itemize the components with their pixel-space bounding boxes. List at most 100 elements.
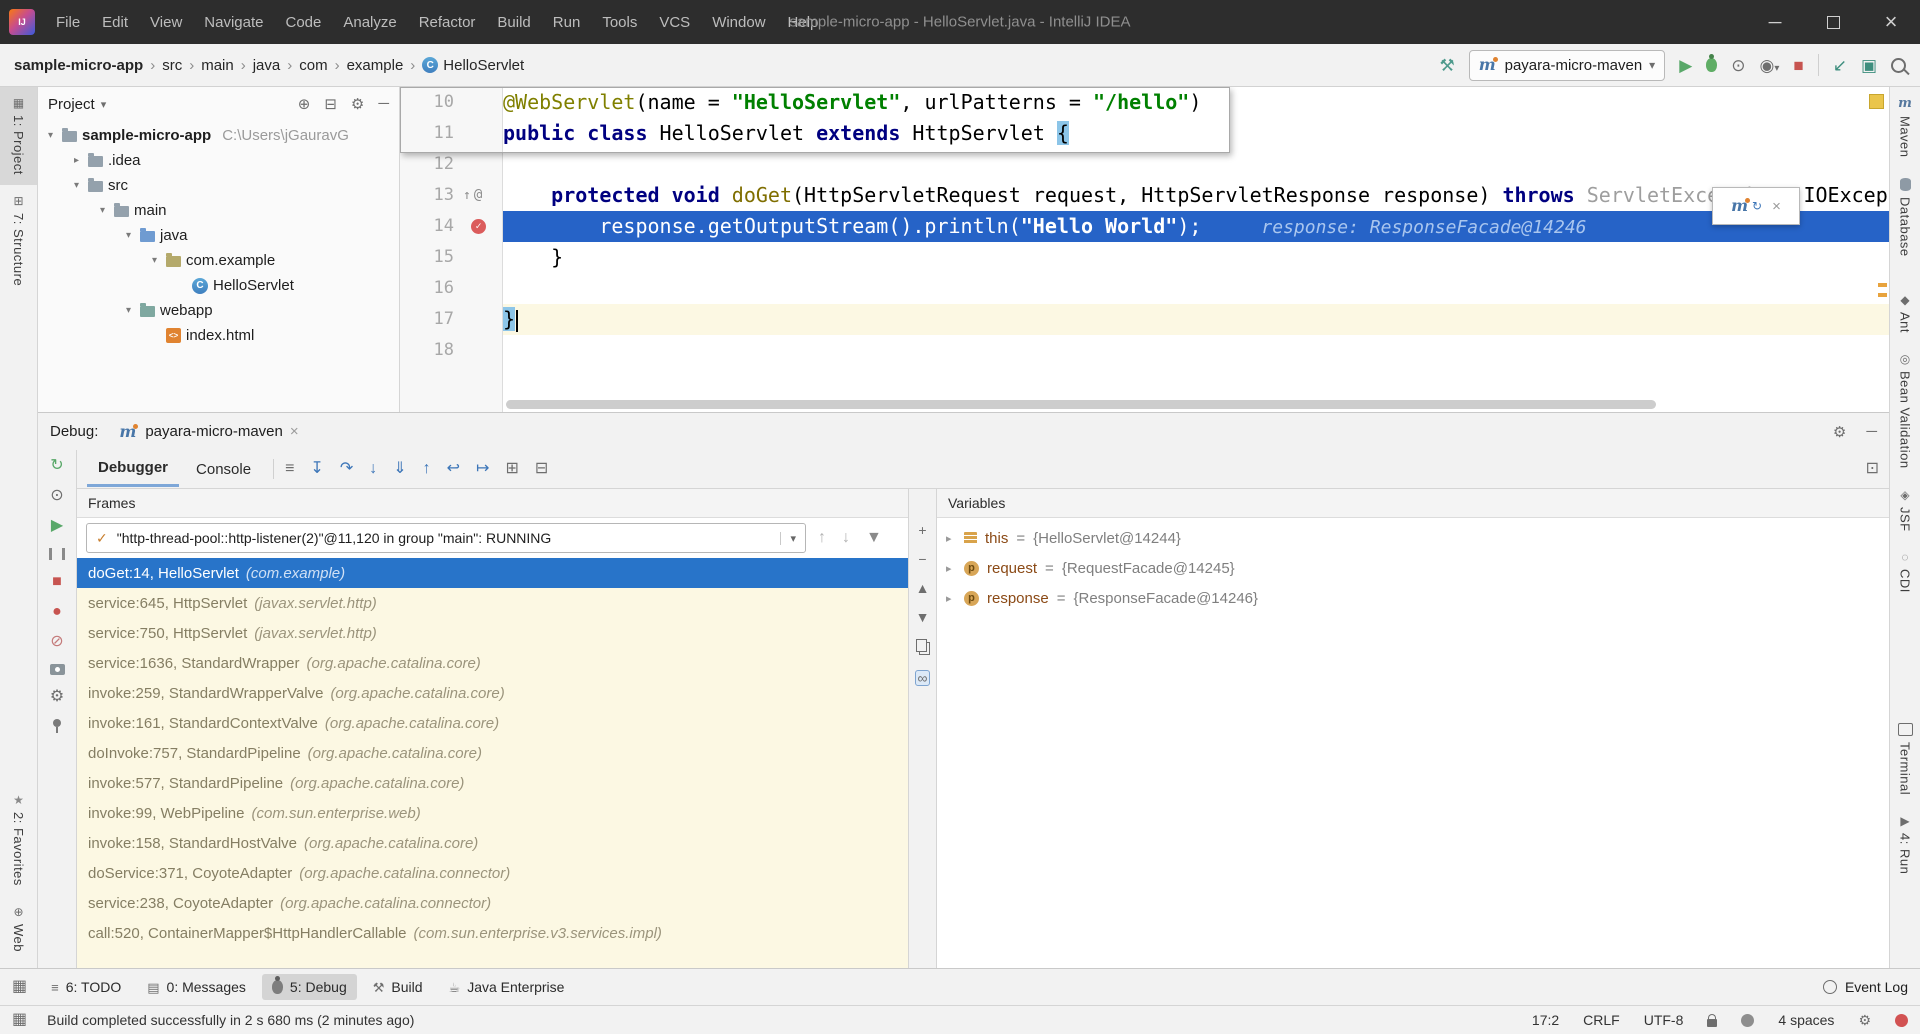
breadcrumb-item[interactable]: src	[162, 57, 182, 74]
editor-line-17[interactable]: 17}	[400, 304, 1889, 335]
breadcrumb-item[interactable]: CHelloServlet	[422, 57, 524, 74]
tab-debugger[interactable]: Debugger	[87, 451, 179, 487]
expand-icon[interactable]: ▸	[946, 562, 956, 575]
stripe-run[interactable]: ▶4: Run	[1890, 805, 1920, 884]
stripe-ant[interactable]: ◆Ant	[1890, 284, 1920, 343]
step-into-icon[interactable]: ↓	[369, 461, 377, 477]
rerun-icon[interactable]: ↻	[50, 458, 63, 474]
variable-row[interactable]: ▸presponse={ResponseFacade@14246}	[937, 583, 1889, 613]
vcs-update-icon[interactable]: ↙	[1833, 57, 1847, 74]
menu-window[interactable]: Window	[701, 11, 776, 34]
toolwindow-button-todo[interactable]: ≡6: TODO	[41, 974, 131, 1000]
menu-refactor[interactable]: Refactor	[408, 11, 487, 34]
next-frame-icon[interactable]: ↓	[842, 530, 850, 546]
tree-toggle-icon[interactable]: ▾	[70, 180, 83, 191]
tree-item-helloservlet[interactable]: CHelloServlet	[38, 273, 399, 298]
editor-line-10[interactable]: 10@WebServlet(name = "HelloServlet", url…	[400, 87, 1889, 118]
line-separator[interactable]: CRLF	[1583, 1012, 1620, 1028]
frame-row[interactable]: invoke:99, WebPipeline(com.sun.enterpris…	[77, 798, 908, 828]
stripe-maven[interactable]: mMaven	[1890, 87, 1920, 168]
caret-position[interactable]: 17:2	[1532, 1012, 1559, 1028]
editor-line-18[interactable]: 18	[400, 335, 1889, 366]
thread-selector[interactable]: ✓ "http-thread-pool::http-listener(2)"@1…	[86, 523, 806, 553]
move-up-icon[interactable]: ▲	[916, 581, 930, 595]
chevron-down-icon[interactable]: ▾	[101, 98, 107, 111]
tree-toggle-icon[interactable]: ▾	[44, 130, 57, 141]
show-execution-point-icon[interactable]: ↧	[310, 461, 323, 477]
breadcrumb-item[interactable]: java	[253, 57, 281, 74]
menu-analyze[interactable]: Analyze	[332, 11, 407, 34]
tree-item-sample-micro-app[interactable]: ▾sample-micro-appC:\Users\jGauravG	[38, 123, 399, 148]
mute-breakpoints-icon[interactable]: ⊘	[50, 634, 63, 650]
error-stripe-mark[interactable]	[1878, 283, 1887, 287]
tree-toggle-icon[interactable]: ▾	[148, 255, 161, 266]
run-configuration-select[interactable]: m payara-micro-maven ▾	[1469, 50, 1666, 81]
code-line[interactable]	[503, 335, 1889, 366]
frame-row[interactable]: call:520, ContainerMapper$HttpHandlerCal…	[77, 918, 908, 948]
override-marker-icon[interactable]: ↑	[463, 180, 471, 211]
tree-toggle-icon[interactable]: ▾	[96, 205, 109, 216]
expand-icon[interactable]: ▸	[946, 592, 956, 605]
minimize-button[interactable]: ─	[1746, 0, 1804, 44]
frame-row[interactable]: service:1636, StandardWrapper(org.apache…	[77, 648, 908, 678]
code-line[interactable]: }	[503, 304, 1889, 335]
toolwindow-toggle-icon[interactable]: ▦	[12, 1012, 27, 1028]
toolwindow-switcher-icon[interactable]: ▦	[12, 979, 27, 995]
hide-icon[interactable]: ─	[378, 95, 389, 113]
pin-icon[interactable]	[53, 719, 61, 727]
editor-line-12[interactable]: 12	[400, 149, 1889, 180]
toolwindow-button-debug[interactable]: 5: Debug	[262, 974, 357, 1000]
code-line[interactable]: @WebServlet(name = "HelloServlet", urlPa…	[503, 87, 1889, 118]
hector-icon[interactable]	[1741, 1014, 1754, 1027]
inspections-indicator[interactable]	[1869, 94, 1884, 109]
tree-item--idea[interactable]: ▸.idea	[38, 148, 399, 173]
run-button[interactable]: ▶	[1679, 57, 1692, 74]
menu-tools[interactable]: Tools	[591, 11, 648, 34]
stop-button[interactable]: ■	[1793, 57, 1803, 74]
stripe-project[interactable]: ▦1: Project	[0, 87, 37, 185]
menu-edit[interactable]: Edit	[91, 11, 139, 34]
lock-icon[interactable]	[1707, 1019, 1717, 1027]
stripe-jsf[interactable]: ◈JSF	[1890, 479, 1920, 542]
menu-navigate[interactable]: Navigate	[193, 11, 274, 34]
breadcrumb-item[interactable]: main	[201, 57, 234, 74]
step-out-icon[interactable]: ↑	[423, 461, 431, 477]
thread-dump-icon[interactable]	[50, 664, 65, 675]
settings-icon[interactable]: ⚙	[50, 689, 64, 705]
tree-item-main[interactable]: ▾main	[38, 198, 399, 223]
tab-console[interactable]: Console	[185, 453, 262, 486]
frame-row[interactable]: invoke:158, StandardHostValve(org.apache…	[77, 828, 908, 858]
error-notification-icon[interactable]	[1895, 1014, 1908, 1027]
tree-item-index-html[interactable]: <>index.html	[38, 323, 399, 348]
stripe-favorites[interactable]: ★2: Favorites	[0, 784, 37, 896]
profiler-button[interactable]: ◉▾	[1760, 57, 1780, 74]
toolwindow-button-build[interactable]: ⚒Build	[363, 974, 433, 1000]
build-hammer-icon[interactable]: ⚒	[1439, 57, 1454, 74]
view-breakpoints-icon[interactable]: ●	[52, 604, 62, 620]
tree-toggle-icon[interactable]: ▸	[70, 155, 83, 166]
stripe-database[interactable]: Database	[1890, 168, 1920, 267]
frame-row[interactable]: doGet:14, HelloServlet(com.example)	[77, 558, 908, 588]
drop-frame-icon[interactable]: ↩	[447, 461, 460, 477]
editor-line-15[interactable]: 15 }	[400, 242, 1889, 273]
horizontal-scrollbar[interactable]	[506, 400, 1656, 409]
gear-icon[interactable]: ⚙	[351, 95, 364, 113]
evaluate-expression-icon[interactable]: ⊞	[505, 461, 518, 477]
menu-build[interactable]: Build	[486, 11, 541, 34]
breadcrumb-item[interactable]: sample-micro-app	[14, 57, 143, 74]
coverage-button[interactable]: ⊙	[1731, 57, 1745, 74]
editor-line-13[interactable]: 13↑@ protected void doGet(HttpServletReq…	[400, 180, 1889, 211]
file-encoding[interactable]: UTF-8	[1644, 1012, 1684, 1028]
indent-config[interactable]: 4 spaces	[1778, 1012, 1834, 1028]
code-line[interactable]: protected void doGet(HttpServletRequest …	[503, 180, 1889, 211]
frame-row[interactable]: invoke:161, StandardContextValve(org.apa…	[77, 708, 908, 738]
stripe-structure[interactable]: ⊞7: Structure	[0, 185, 37, 296]
tree-toggle-icon[interactable]: ▾	[122, 230, 135, 241]
variable-row[interactable]: ▸this={HelloServlet@14244}	[937, 523, 1889, 553]
editor-line-14[interactable]: 14✓ response.getOutputStream().println("…	[400, 211, 1889, 242]
move-down-icon[interactable]: ▼	[916, 610, 930, 624]
background-tasks-icon[interactable]: ⚙	[1858, 1013, 1871, 1027]
view-as-table-icon[interactable]: ⊟	[535, 461, 548, 477]
stripe-cdi[interactable]: ◌CDI	[1890, 541, 1920, 603]
toolwindow-button-java-enterprise[interactable]: ☕Java Enterprise	[439, 974, 575, 1000]
